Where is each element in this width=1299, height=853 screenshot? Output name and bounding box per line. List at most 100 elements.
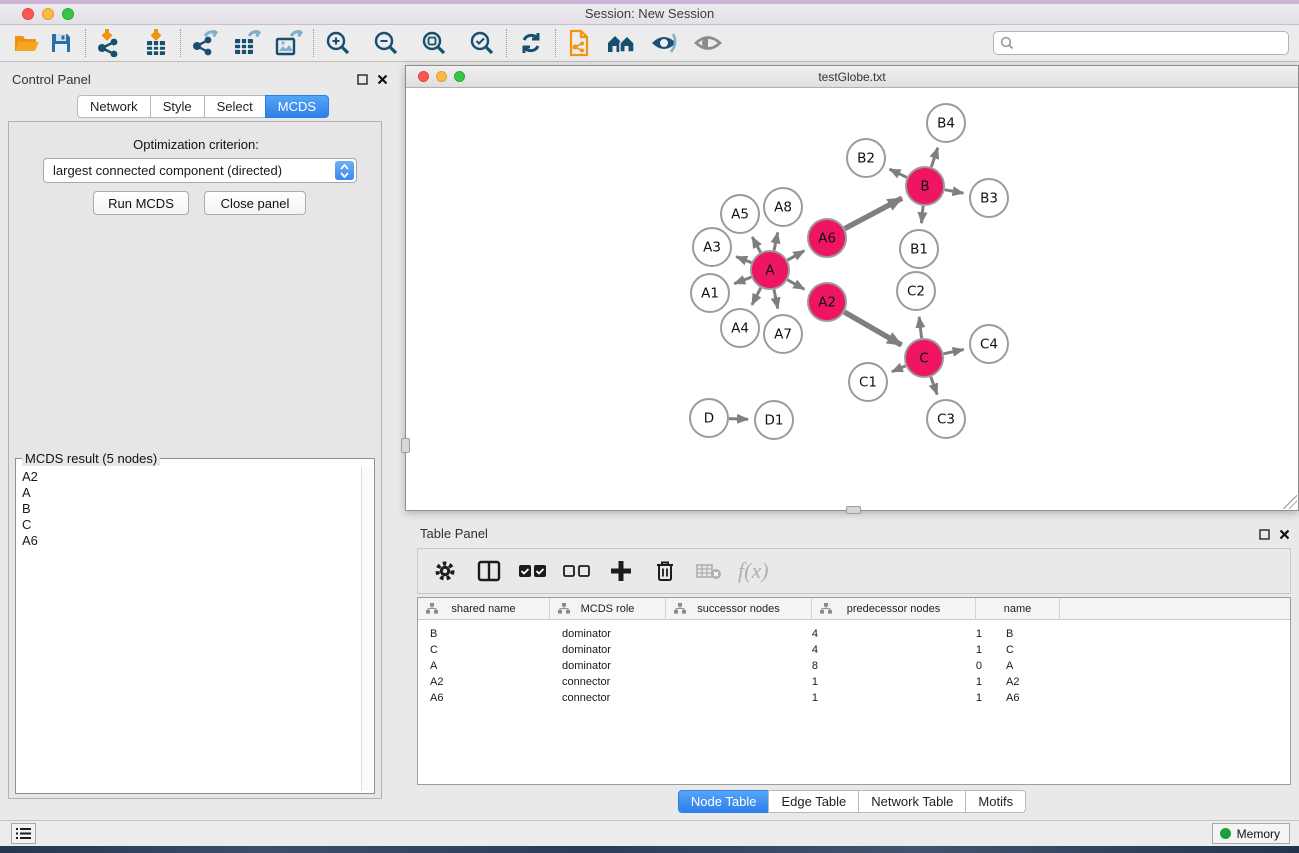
- float-table-panel-icon[interactable]: [1257, 527, 1271, 541]
- tab-select[interactable]: Select: [204, 95, 265, 118]
- graph-edge[interactable]: [736, 257, 751, 263]
- graph-edge[interactable]: [774, 290, 778, 309]
- export-image-icon[interactable]: [272, 28, 306, 58]
- list-item[interactable]: B: [22, 501, 356, 517]
- graph-edge[interactable]: [931, 148, 937, 167]
- graph-edge[interactable]: [787, 280, 804, 289]
- graph-edge[interactable]: [921, 206, 923, 223]
- split-view-icon[interactable]: [474, 555, 504, 587]
- graph-node-label: A1: [701, 286, 719, 302]
- zoom-out-icon[interactable]: [369, 28, 403, 58]
- floppy-icon: [49, 31, 73, 55]
- window-resize-corner[interactable]: [1283, 495, 1297, 509]
- graph-edge[interactable]: [787, 251, 804, 260]
- add-column-icon[interactable]: [606, 555, 636, 587]
- memory-label: Memory: [1237, 827, 1280, 841]
- node-table: shared name MCDS role successor nodes pr…: [417, 597, 1291, 785]
- list-item[interactable]: A6: [22, 533, 356, 549]
- list-item[interactable]: C: [22, 517, 356, 533]
- close-panel-icon[interactable]: [375, 72, 389, 86]
- graph-edge[interactable]: [889, 169, 906, 177]
- refresh-layout-icon[interactable]: [514, 28, 548, 58]
- column-header-mcds-role[interactable]: MCDS role: [550, 598, 666, 620]
- hide-eye-icon[interactable]: [647, 28, 681, 58]
- zoom-fit-icon[interactable]: [417, 28, 451, 58]
- import-network-icon[interactable]: [93, 28, 127, 58]
- run-mcds-button[interactable]: Run MCDS: [93, 191, 189, 215]
- zoom-selected-icon[interactable]: [465, 28, 499, 58]
- tab-network[interactable]: Network: [77, 95, 150, 118]
- optimization-criterion-label: Optimization criterion:: [9, 137, 383, 152]
- deselect-all-checkboxes-icon[interactable]: [562, 555, 592, 587]
- graph-edge[interactable]: [734, 277, 751, 284]
- network-window-title: testGlobe.txt: [406, 70, 1298, 84]
- column-header-name[interactable]: name: [976, 598, 1060, 620]
- mcds-result-box: MCDS result (5 nodes) A2 A B C A6: [15, 458, 375, 794]
- main-toolbar: [0, 25, 1299, 62]
- close-table-panel-icon[interactable]: [1277, 527, 1291, 541]
- graph-node-label: D: [704, 411, 714, 427]
- select-all-checkboxes-icon[interactable]: [518, 555, 548, 587]
- result-scrollbar[interactable]: [361, 467, 373, 791]
- mcds-result-list[interactable]: A2 A B C A6: [18, 467, 360, 791]
- memory-button[interactable]: Memory: [1212, 823, 1290, 844]
- function-builder-icon[interactable]: f(x): [738, 558, 769, 584]
- memory-status-icon: [1220, 828, 1231, 839]
- search-input[interactable]: [993, 31, 1289, 55]
- column-header-predecessor-nodes[interactable]: predecessor nodes: [812, 598, 976, 620]
- network-graph[interactable]: AA1A2A3A4A5A6A7A8BB1B2B3B4CC1C2C3C4DD1: [406, 88, 1298, 511]
- export-table-icon[interactable]: [230, 28, 264, 58]
- list-item[interactable]: A2: [22, 469, 356, 485]
- float-panel-icon[interactable]: [355, 72, 369, 86]
- desktop-background: [0, 846, 1299, 853]
- column-header-shared-name[interactable]: shared name: [418, 598, 550, 620]
- graph-edge[interactable]: [844, 312, 901, 345]
- delete-columns-icon[interactable]: [650, 555, 680, 587]
- show-eye-icon[interactable]: [691, 28, 725, 58]
- network-file-icon[interactable]: [563, 28, 597, 58]
- graph-node-label: A7: [774, 327, 792, 343]
- tab-mcds[interactable]: MCDS: [265, 95, 329, 118]
- tab-style[interactable]: Style: [150, 95, 204, 118]
- graph-edge[interactable]: [919, 317, 922, 338]
- tab-motifs[interactable]: Motifs: [965, 790, 1026, 813]
- table-settings-icon[interactable]: [430, 555, 460, 587]
- home-views-icon[interactable]: [605, 28, 639, 58]
- graph-edge[interactable]: [729, 419, 748, 420]
- graph-edge[interactable]: [752, 237, 760, 252]
- select-stepper-icon: [335, 161, 354, 180]
- status-bar: Memory: [0, 820, 1299, 846]
- graph-node-label: A8: [774, 200, 792, 216]
- window-grip-bottom[interactable]: [846, 506, 861, 514]
- window-titlebar: Session: New Session: [0, 0, 1299, 25]
- delete-table-icon[interactable]: [694, 555, 724, 587]
- application-window: Session: New Session: [0, 0, 1299, 853]
- graph-node-label: B1: [910, 242, 928, 258]
- graph-edge[interactable]: [944, 349, 964, 353]
- graph-edge[interactable]: [774, 232, 778, 250]
- network-window-titlebar[interactable]: testGlobe.txt: [406, 66, 1298, 88]
- folder-icon: [13, 31, 41, 55]
- save-session-icon[interactable]: [44, 28, 78, 58]
- tab-node-table[interactable]: Node Table: [678, 790, 769, 813]
- graph-edge[interactable]: [845, 198, 902, 228]
- graph-node-label: D1: [765, 413, 784, 429]
- network-canvas[interactable]: AA1A2A3A4A5A6A7A8BB1B2B3B4CC1C2C3C4DD1: [406, 88, 1298, 510]
- task-history-icon[interactable]: [11, 823, 36, 844]
- graph-node-label: C2: [907, 284, 925, 300]
- list-item[interactable]: A: [22, 485, 356, 501]
- optimization-criterion-select[interactable]: largest connected component (directed): [43, 158, 357, 183]
- tab-network-table[interactable]: Network Table: [858, 790, 965, 813]
- zoom-in-icon[interactable]: [321, 28, 355, 58]
- window-grip-left[interactable]: [401, 438, 410, 453]
- graph-edge[interactable]: [752, 288, 761, 305]
- column-header-successor-nodes[interactable]: successor nodes: [666, 598, 812, 620]
- export-network-icon[interactable]: [188, 28, 222, 58]
- graph-edge[interactable]: [931, 377, 937, 395]
- graph-edge[interactable]: [892, 366, 906, 372]
- close-panel-button[interactable]: Close panel: [204, 191, 306, 215]
- graph-edge[interactable]: [945, 190, 964, 194]
- tab-edge-table[interactable]: Edge Table: [768, 790, 858, 813]
- open-file-icon[interactable]: [10, 28, 44, 58]
- import-table-icon[interactable]: [139, 28, 173, 58]
